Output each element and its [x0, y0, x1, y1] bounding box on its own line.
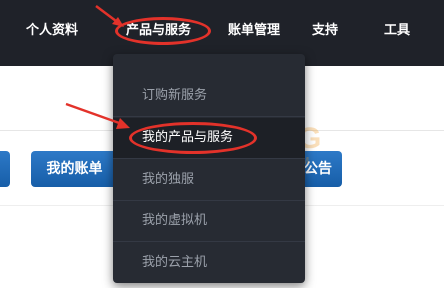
- nav-billing-management[interactable]: 账单管理: [228, 22, 280, 40]
- partial-left-button[interactable]: [0, 151, 10, 187]
- nav-products-services[interactable]: 产品与服务: [126, 22, 191, 40]
- dropdown-divider: [113, 241, 305, 242]
- dropdown-item-my-cloud-hosts[interactable]: 我的云主机: [113, 243, 305, 283]
- dropdown-item-my-products-services[interactable]: 我的产品与服务: [113, 118, 305, 158]
- dropdown-divider: [113, 116, 305, 117]
- nav-support[interactable]: 支持: [312, 22, 338, 40]
- dropdown-item-my-dedicated-servers[interactable]: 我的独服: [113, 160, 305, 200]
- dropdown-item-order-new-service[interactable]: 订购新服务: [113, 76, 305, 116]
- my-bill-button[interactable]: 我的账单: [31, 151, 118, 187]
- dropdown-divider: [113, 158, 305, 159]
- nav-tools[interactable]: 工具: [384, 22, 410, 40]
- nav-personal-info[interactable]: 个人资料: [26, 22, 78, 40]
- products-services-dropdown: 订购新服务 我的产品与服务 我的独服 我的虚拟机 我的云主机: [113, 54, 305, 283]
- dropdown-item-my-virtual-machines[interactable]: 我的虚拟机: [113, 201, 305, 241]
